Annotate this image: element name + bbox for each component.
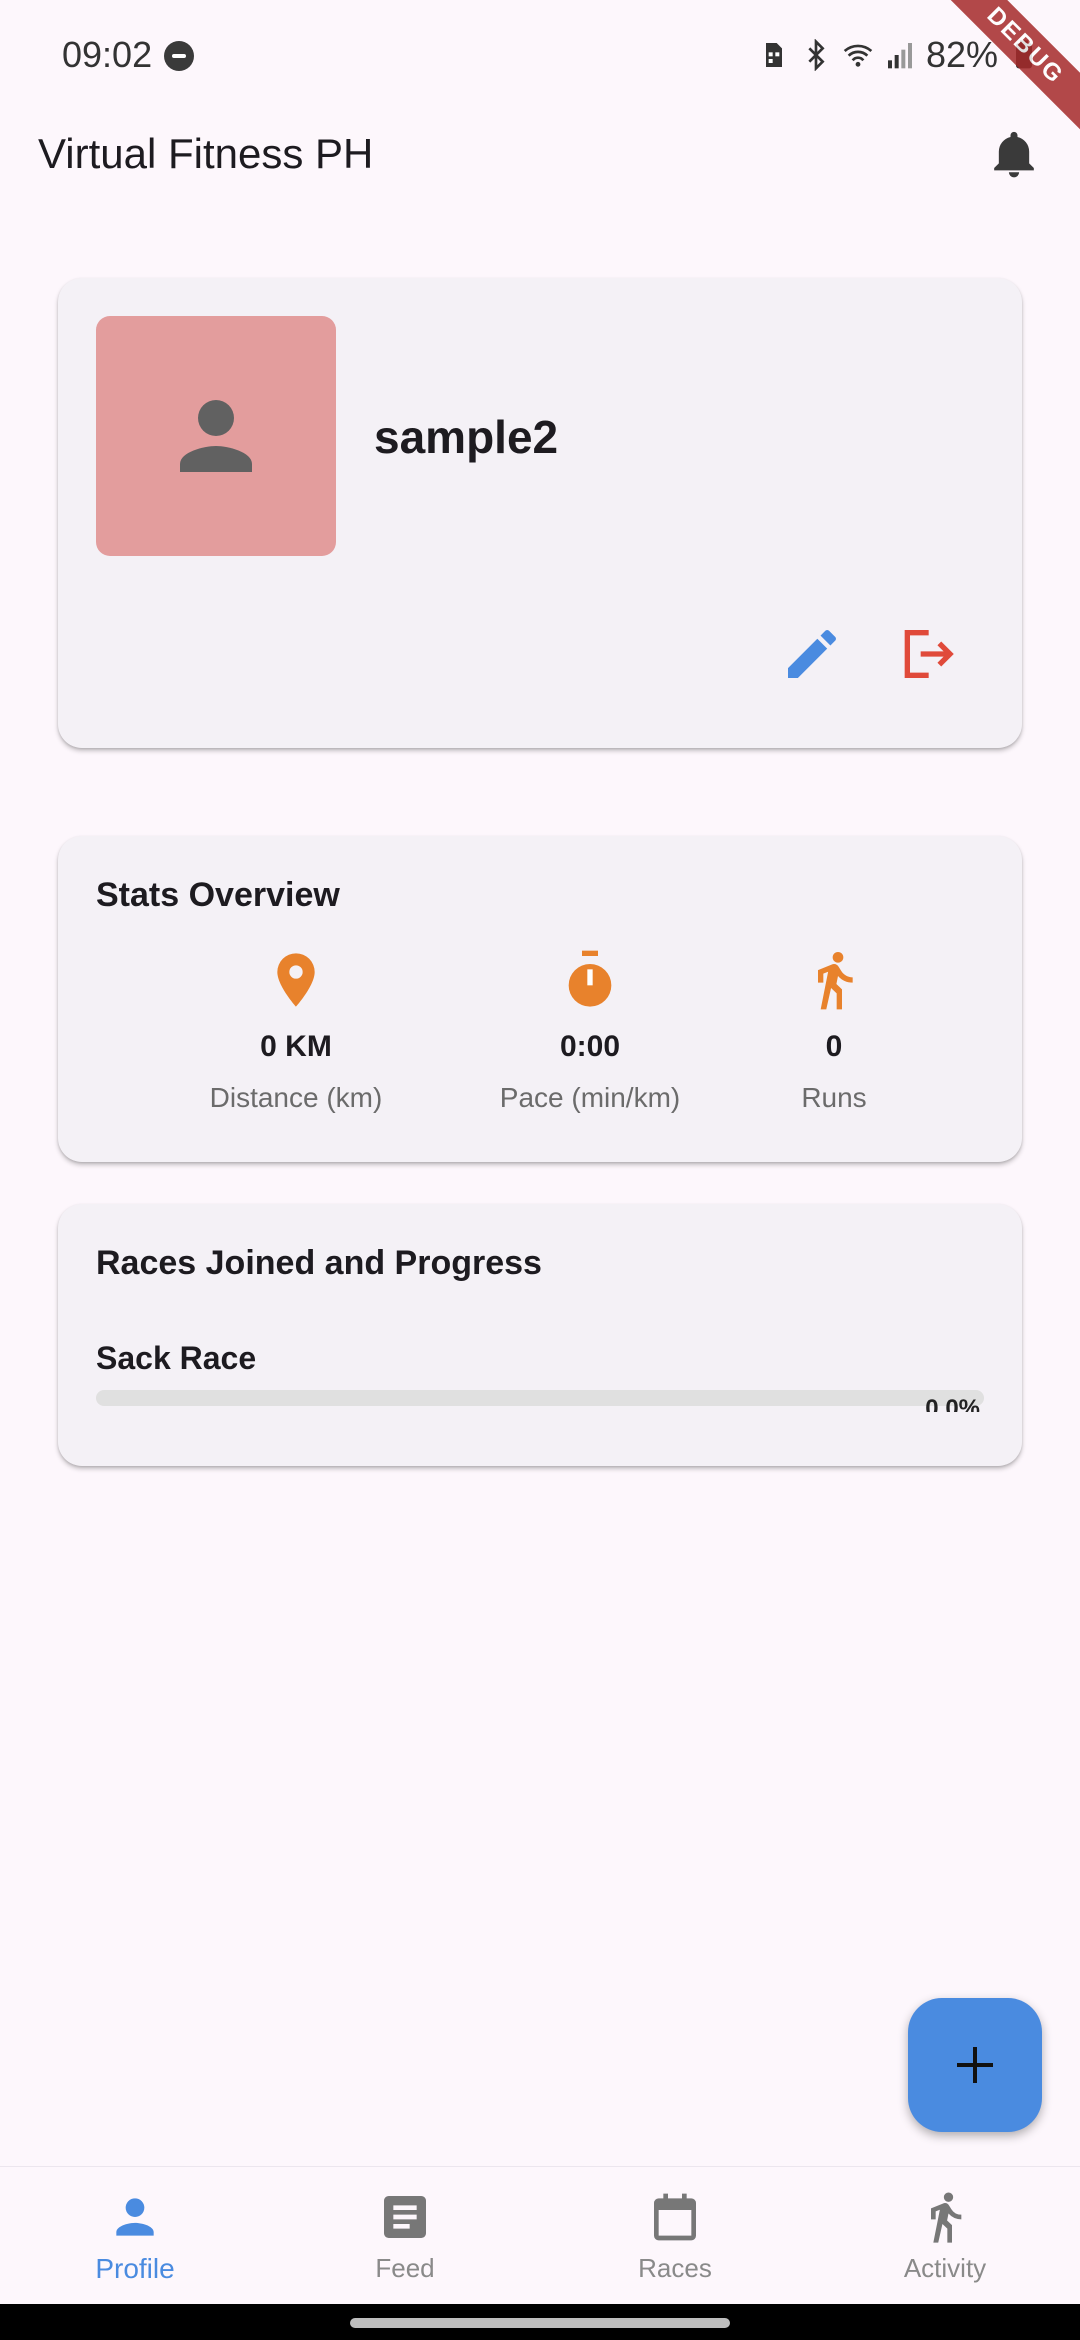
nav-label: Activity: [903, 2253, 987, 2283]
stat-pace: 0:00 Pace (min/km): [470, 948, 710, 1114]
race-progress-text: 0.0%: [925, 1395, 980, 1412]
location-pin-icon: [277, 953, 315, 1007]
battery-percent: 82%: [925, 34, 998, 75]
logout-button[interactable]: [894, 622, 958, 686]
nav-label: Profile: [95, 2253, 175, 2284]
signal-icon: [887, 43, 912, 69]
nav-activity[interactable]: Activity: [810, 2189, 1080, 2284]
article-icon: [384, 2196, 426, 2238]
avatar[interactable]: [96, 316, 336, 556]
stats-overview-card: Stats Overview 0 KM Distance (km) 0:00 P…: [58, 836, 1022, 1162]
calendar-icon: [654, 2193, 696, 2241]
person-icon: [180, 400, 252, 472]
nav-label: Races: [638, 2253, 712, 2283]
timer-icon: [568, 950, 612, 1007]
notifications-bell-icon[interactable]: [986, 126, 1042, 182]
add-fab-button[interactable]: [908, 1998, 1042, 2132]
do-not-disturb-icon: [164, 41, 194, 71]
status-time: 09:02: [62, 34, 153, 75]
stats-title: Stats Overview: [96, 876, 340, 914]
stat-label: Distance (km): [209, 1082, 383, 1113]
nav-feed[interactable]: Feed: [270, 2189, 540, 2284]
race-name[interactable]: Sack Race: [96, 1340, 256, 1377]
sim-icon: [765, 43, 782, 67]
bluetooth-icon: [808, 39, 825, 71]
races-progress-card: Races Joined and Progress Sack Race 0.0%: [58, 1204, 1022, 1466]
home-gesture-pill[interactable]: [350, 2318, 730, 2328]
stat-runs: 0 Runs: [714, 948, 954, 1114]
app-bar: Virtual Fitness PH: [0, 112, 1080, 242]
stat-label: Pace (min/km): [499, 1082, 681, 1113]
stat-value: 0 KM: [260, 1030, 332, 1063]
races-title: Races Joined and Progress: [96, 1244, 542, 1282]
bottom-navigation: Profile Feed Races Activity: [0, 2166, 1080, 2304]
stat-value: 0: [825, 1030, 843, 1063]
stat-label: Runs: [801, 1082, 867, 1113]
nav-races[interactable]: Races: [540, 2189, 810, 2284]
runner-icon: [818, 952, 853, 1010]
walking-icon: [931, 2192, 962, 2243]
stat-distance: 0 KM Distance (km): [176, 948, 416, 1114]
edit-profile-button[interactable]: [780, 622, 844, 686]
status-bar: 09:02 82%: [0, 0, 1080, 112]
race-progress-bar: [96, 1390, 984, 1406]
wifi-icon: [843, 44, 873, 67]
nav-profile[interactable]: Profile: [0, 2189, 270, 2285]
person-icon: [116, 2198, 154, 2236]
profile-card: sample2: [58, 278, 1022, 748]
plus-icon: [957, 2047, 993, 2083]
username: sample2: [374, 411, 559, 463]
nav-label: Feed: [375, 2253, 435, 2283]
app-title: Virtual Fitness PH: [38, 130, 374, 177]
stat-value: 0:00: [559, 1030, 621, 1063]
system-navigation-bar: [0, 2304, 1080, 2340]
